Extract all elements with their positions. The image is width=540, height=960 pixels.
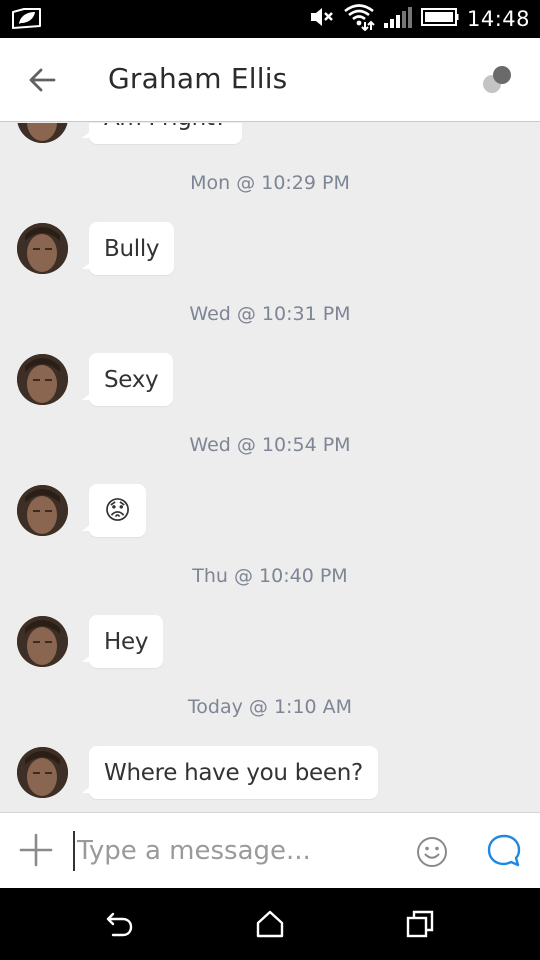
nav-recents-button[interactable] (404, 908, 436, 940)
message-timestamp: Today @ 1:10 AM (187, 696, 353, 718)
message-bubble: Bully (81, 222, 175, 275)
mute-icon (309, 5, 335, 34)
add-attachment-button[interactable] (17, 831, 55, 869)
nav-home-button[interactable] (254, 908, 286, 940)
message-bubble: Sexy (81, 353, 174, 406)
message-bubble: Hey (81, 615, 164, 668)
emoji-button[interactable] (415, 835, 449, 869)
system-nav-bar (0, 888, 540, 960)
message-bubble-emoji: 😟 (82, 484, 146, 537)
message-input[interactable] (73, 831, 393, 871)
message-list[interactable]: Am I right? Mon @ 10:29 PM Bully Wed @ 1… (0, 123, 540, 811)
plus-icon (19, 833, 53, 867)
message-bubble: Where have you been? (82, 746, 378, 799)
home-icon (256, 910, 284, 938)
send-button[interactable] (486, 833, 522, 869)
message-timestamp: Mon @ 10:29 PM (190, 172, 350, 194)
status-bar: 14:48 (0, 0, 540, 38)
leaf-notification-icon (10, 6, 44, 37)
contact-name: Graham Ellis (108, 62, 288, 95)
recents-icon (406, 910, 434, 938)
message-bubble: Am I right? (82, 123, 242, 144)
avatar (17, 223, 68, 274)
presence-dots-icon (483, 66, 511, 93)
chat-bubble-icon (487, 834, 521, 867)
status-time: 14:48 (466, 7, 530, 31)
signal-icon (383, 5, 413, 34)
arrow-left-icon (29, 68, 56, 92)
avatar (17, 747, 68, 798)
message-timestamp: Thu @ 10:40 PM (192, 565, 348, 587)
back-button[interactable] (22, 62, 62, 98)
battery-icon (420, 7, 459, 32)
compose-bar (0, 812, 540, 888)
back-nav-icon (106, 912, 133, 937)
conversation-header: Graham Ellis (0, 38, 540, 122)
nav-back-button[interactable] (104, 908, 136, 940)
message-timestamp: Wed @ 10:31 PM (189, 303, 351, 325)
smiley-icon (417, 837, 447, 867)
avatar (17, 354, 68, 405)
avatar (17, 485, 68, 536)
presence-button[interactable] (478, 62, 518, 98)
message-timestamp: Wed @ 10:54 PM (189, 434, 351, 456)
avatar (17, 123, 68, 143)
avatar (17, 616, 68, 667)
wifi-icon (343, 3, 375, 36)
